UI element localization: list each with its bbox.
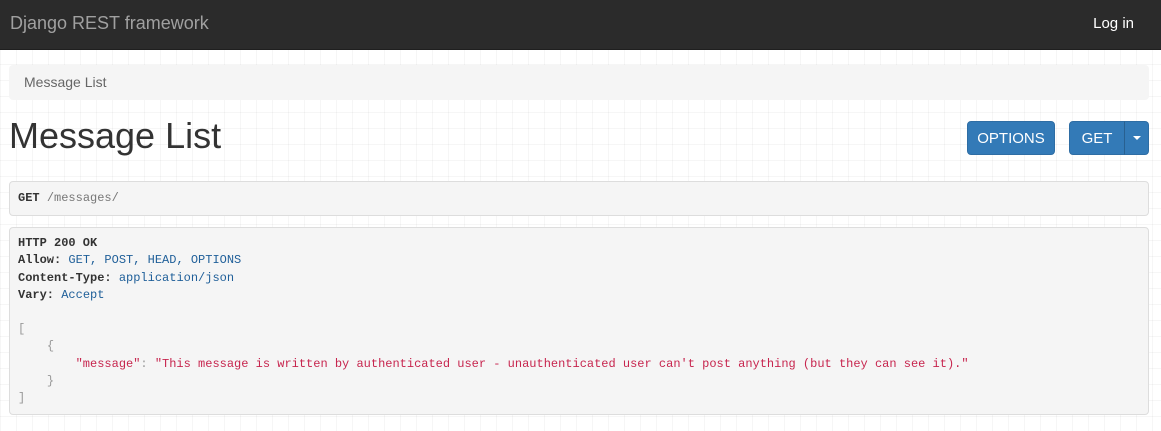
json-open-brace: {: [46, 339, 55, 354]
request-info: GET /messages/: [9, 181, 1149, 216]
header-value: Accept: [61, 287, 105, 302]
json-value: "This message is written by authenticate…: [154, 356, 969, 371]
header-key: Allow:: [18, 253, 62, 268]
navbar: Django REST framework Log in: [0, 0, 1161, 50]
response-header-allow: Allow: GET, POST, HEAD, OPTIONS: [18, 252, 1140, 269]
response-status: HTTP 200 OK: [18, 236, 98, 250]
breadcrumb-item-current: Message List: [24, 74, 107, 90]
response-info: HTTP 200 OK Allow: GET, POST, HEAD, OPTI…: [9, 227, 1149, 415]
json-close-brace: }: [46, 374, 55, 389]
get-format-dropdown-button[interactable]: [1124, 121, 1149, 155]
response-header-vary: Vary: Accept: [18, 287, 1140, 304]
get-button[interactable]: GET: [1069, 121, 1125, 155]
header-key: Content-Type:: [18, 270, 112, 285]
page-title: Message List: [9, 115, 222, 156]
header-value: GET, POST, HEAD, OPTIONS: [68, 253, 242, 268]
header-value: application/json: [118, 270, 235, 285]
json-open-bracket: [: [18, 322, 26, 337]
header-key: Vary:: [18, 287, 55, 302]
request-method: GET: [18, 191, 40, 205]
options-button[interactable]: OPTIONS: [967, 121, 1055, 155]
request-path: /messages/: [46, 191, 119, 205]
json-message-line: "message": "This message is written by a…: [75, 356, 969, 371]
caret-down-icon: [1132, 135, 1141, 140]
response-header-content-type: Content-Type: application/json: [18, 270, 1140, 287]
brand-link[interactable]: Django REST framework: [10, 13, 209, 34]
json-close-bracket: ]: [18, 391, 26, 406]
login-link[interactable]: Log in: [1093, 15, 1134, 32]
breadcrumb: Message List: [9, 65, 1149, 100]
json-key: "message": [75, 356, 141, 371]
